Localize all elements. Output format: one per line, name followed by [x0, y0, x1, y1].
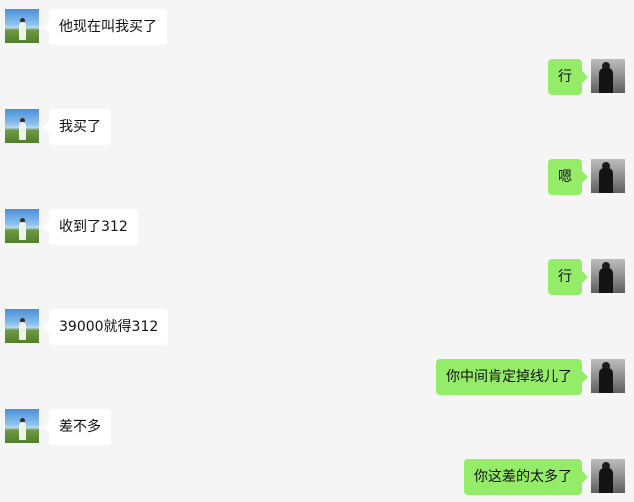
contact-avatar[interactable]: [5, 9, 39, 43]
incoming-message: 差不多: [0, 409, 634, 449]
contact-avatar[interactable]: [5, 409, 39, 443]
outgoing-message: 行: [0, 59, 634, 99]
outgoing-message: 行: [0, 259, 634, 299]
incoming-message: 他现在叫我买了: [0, 9, 634, 49]
avatar-figure: [599, 368, 613, 393]
message-bubble[interactable]: 嗯: [548, 159, 588, 195]
outgoing-message: 你中间肯定掉线儿了: [0, 359, 634, 399]
avatar-person: [19, 222, 26, 240]
outgoing-message: 你这差的太多了: [0, 459, 634, 499]
contact-avatar[interactable]: [5, 209, 39, 243]
message-bubble[interactable]: 行: [548, 259, 588, 295]
self-avatar[interactable]: [591, 459, 625, 493]
outgoing-message: 嗯: [0, 159, 634, 199]
avatar-figure: [599, 168, 613, 193]
avatar-figure: [599, 468, 613, 493]
avatar-figure: [599, 68, 613, 93]
self-avatar[interactable]: [591, 259, 625, 293]
self-avatar[interactable]: [591, 159, 625, 193]
contact-avatar[interactable]: [5, 109, 39, 143]
avatar-person: [19, 122, 26, 140]
incoming-message: 我买了: [0, 109, 634, 149]
self-avatar[interactable]: [591, 59, 625, 93]
message-bubble[interactable]: 你中间肯定掉线儿了: [436, 359, 588, 395]
self-avatar[interactable]: [591, 359, 625, 393]
message-bubble[interactable]: 我买了: [43, 109, 111, 145]
avatar-person: [19, 22, 26, 40]
incoming-message: 收到了312: [0, 209, 634, 249]
message-bubble[interactable]: 差不多: [43, 409, 111, 445]
contact-avatar[interactable]: [5, 309, 39, 343]
message-bubble[interactable]: 你这差的太多了: [464, 459, 588, 495]
message-bubble[interactable]: 他现在叫我买了: [43, 9, 167, 45]
avatar-figure: [599, 268, 613, 293]
message-bubble[interactable]: 收到了312: [43, 209, 138, 245]
avatar-person: [19, 322, 26, 340]
message-bubble[interactable]: 39000就得312: [42, 309, 169, 345]
incoming-message: 39000就得312: [0, 309, 634, 349]
message-bubble[interactable]: 行: [548, 59, 588, 95]
avatar-person: [19, 422, 26, 440]
